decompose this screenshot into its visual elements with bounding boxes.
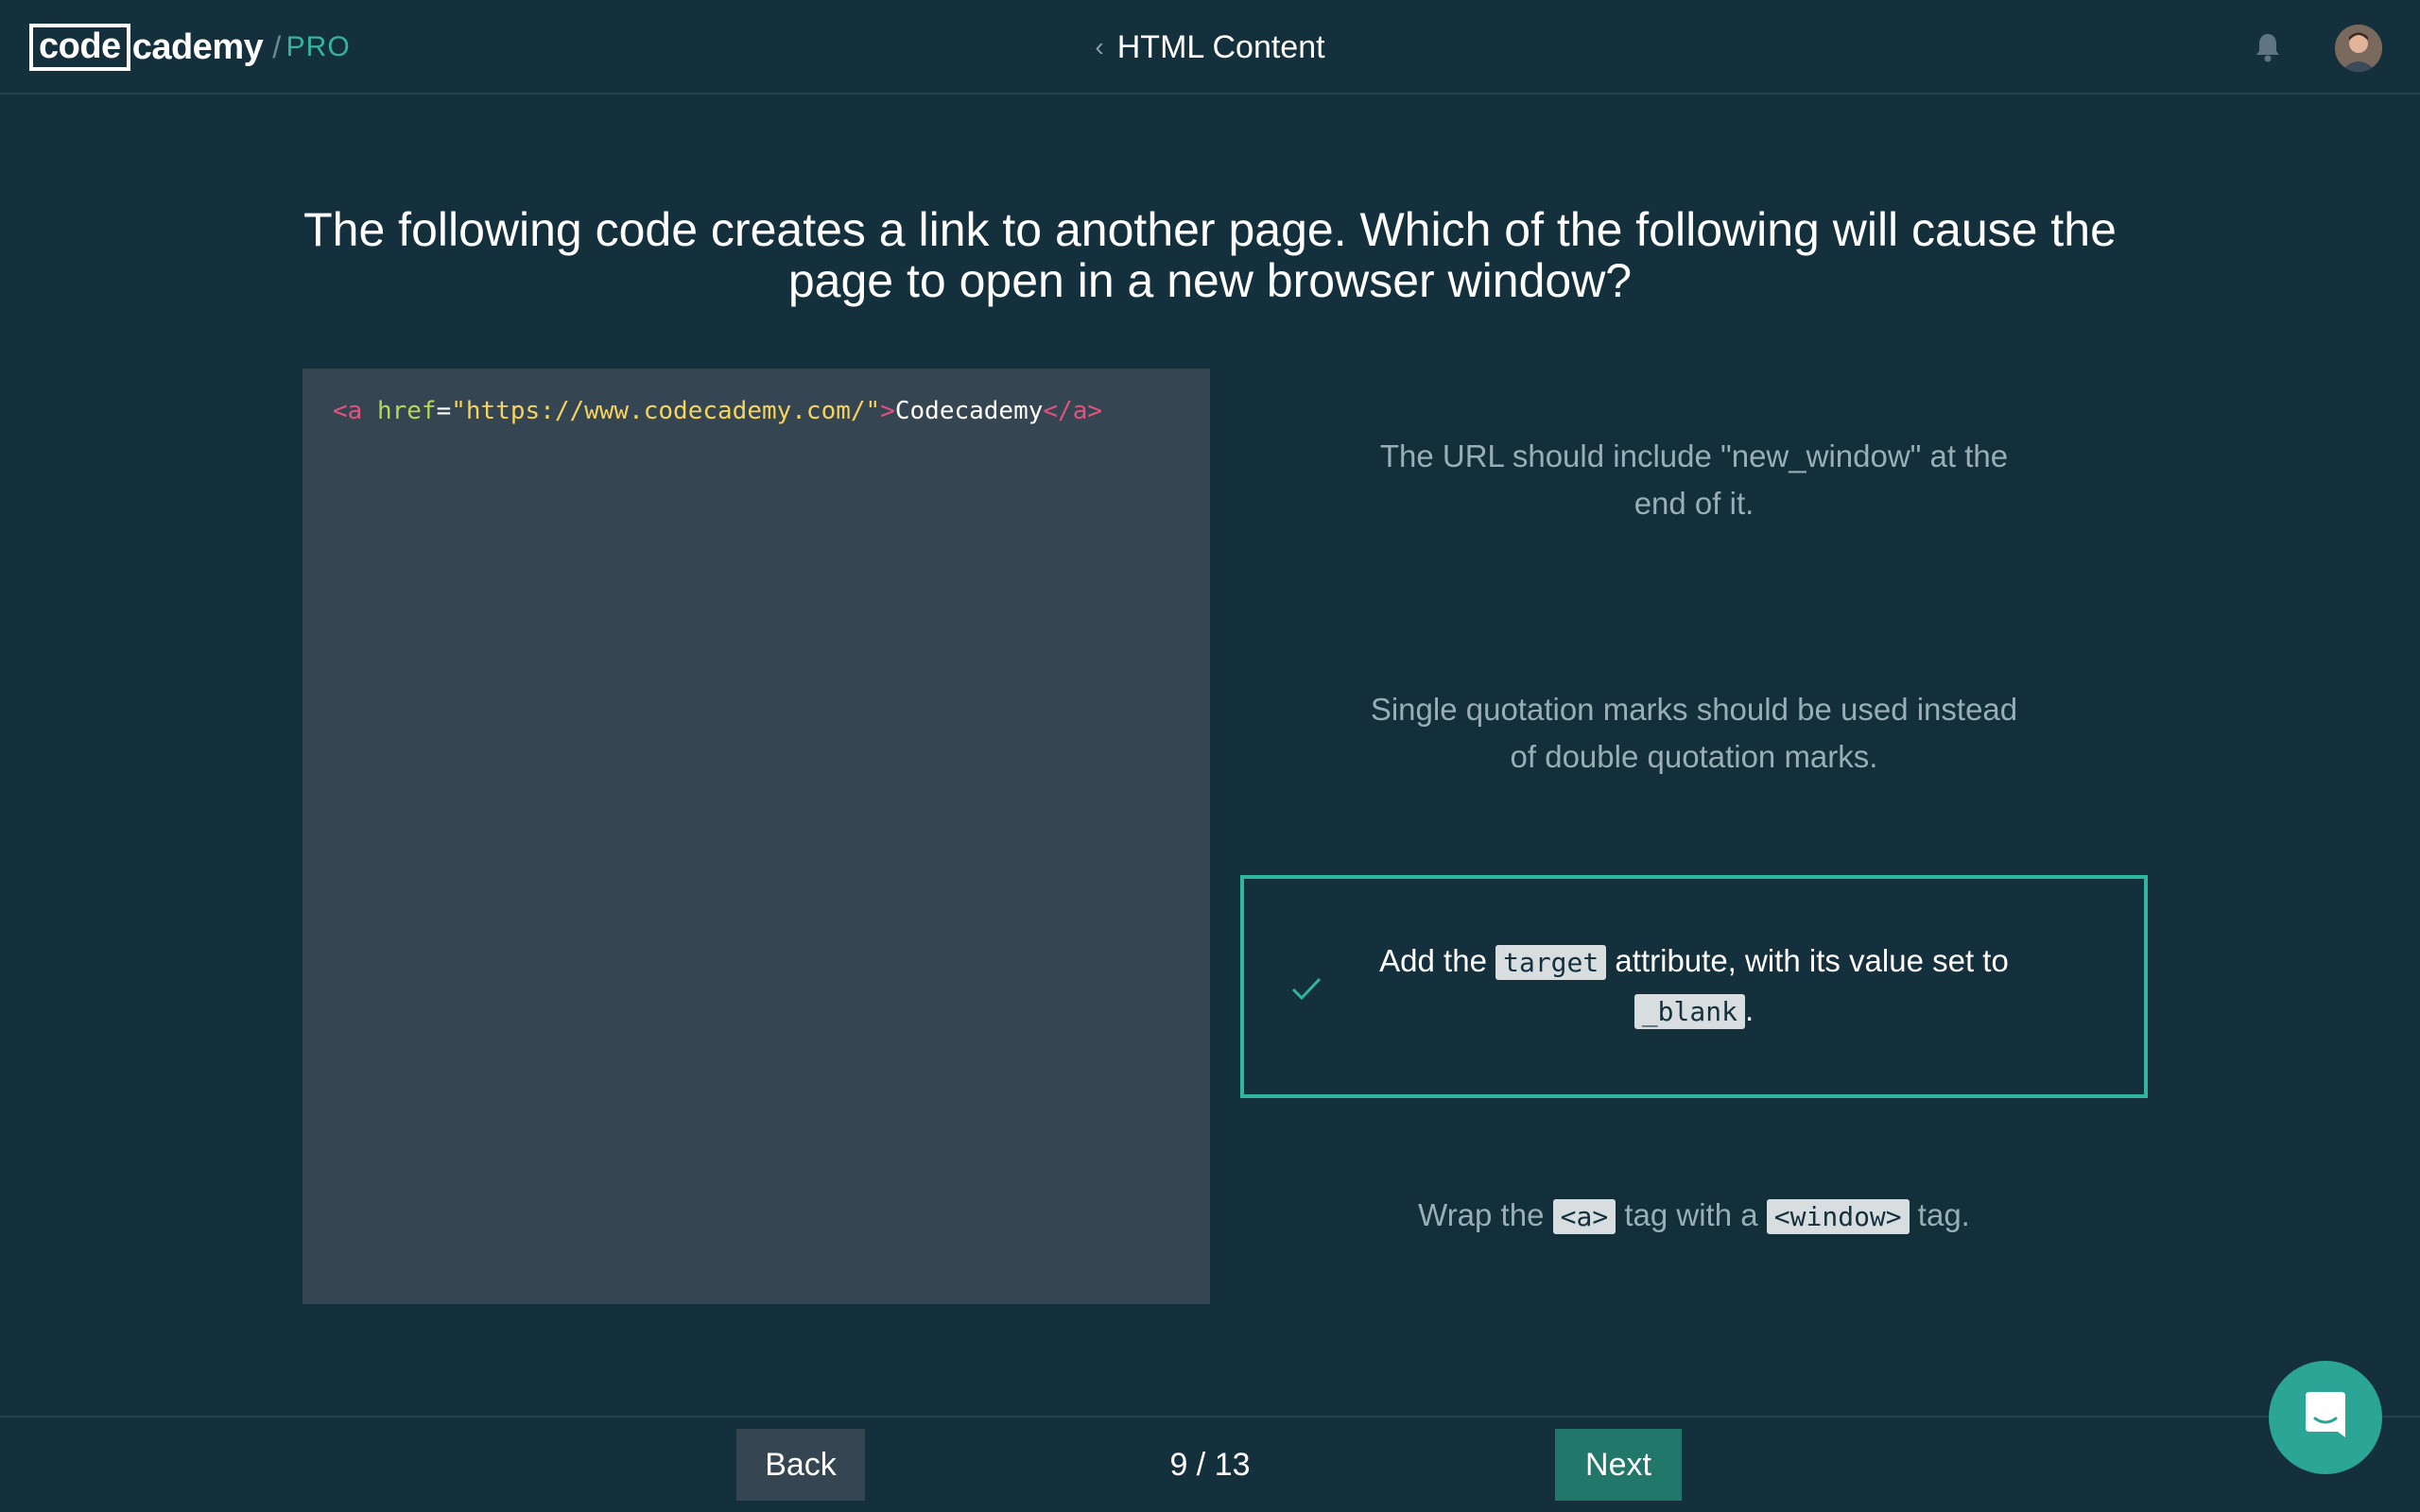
question-text: The following code creates a link to ano… (303, 203, 2117, 307)
chat-support-button[interactable] (2269, 1361, 2382, 1474)
answer-option-4[interactable]: Wrap the <a> tag with a <window> tag. (1240, 1128, 2148, 1304)
bell-icon[interactable] (2254, 32, 2282, 62)
answer-option-1[interactable]: The URL should include "new_window" at t… (1240, 369, 2148, 592)
page-indicator: 9 / 13 (1169, 1446, 1251, 1483)
answer-option-3-selected[interactable]: Add the target attribute, with its value… (1240, 875, 2148, 1098)
code-equals: = (436, 397, 452, 425)
code-link-text: Codecademy (894, 397, 1044, 425)
code-end-tag: </a> (1043, 397, 1103, 425)
code-close-bracket: > (880, 397, 895, 425)
inline-code-window-tag: <window> (1766, 1199, 1910, 1234)
inline-code-blank: _blank (1634, 994, 1745, 1029)
inline-code-a-tag: <a> (1552, 1199, 1616, 1234)
checkmark-icon (1291, 977, 1322, 1001)
option-text-part: Add the (1379, 943, 1496, 978)
avatar-image (2335, 25, 2382, 72)
code-snippet-panel: <a href="https://www.codecademy.com/">Co… (302, 369, 1210, 1304)
answer-option-text: Single quotation marks should be used in… (1370, 692, 2018, 774)
course-title: HTML Content (1116, 28, 1325, 65)
option-text-part: tag with a (1616, 1197, 1767, 1232)
course-breadcrumb[interactable]: ‹ HTML Content (0, 23, 2420, 72)
answer-option-text: Add the target attribute, with its value… (1357, 937, 2031, 1036)
chevron-left-icon: ‹ (1095, 32, 1104, 61)
code-attribute-value: "https://www.codecademy.com/" (451, 397, 881, 425)
user-avatar[interactable] (2335, 25, 2382, 72)
code-attribute: href (362, 397, 437, 425)
next-button[interactable]: Next (1555, 1429, 1682, 1501)
top-bar: code cademy / PRO ‹ HTML Content (0, 0, 2420, 94)
answer-option-2[interactable]: Single quotation marks should be used in… (1240, 622, 2148, 845)
answer-option-text: Wrap the <a> tag with a <window> tag. (1418, 1192, 1970, 1241)
back-button[interactable]: Back (736, 1429, 865, 1501)
option-text-part: Wrap the (1418, 1197, 1553, 1232)
chat-icon (2306, 1392, 2345, 1437)
inline-code-target: target (1495, 945, 1607, 980)
code-open-tag: <a (333, 397, 363, 425)
option-text-part: attribute, with its value set to (1606, 943, 2009, 978)
option-text-part: . (1744, 992, 1754, 1027)
option-text-part: tag. (1909, 1197, 1970, 1232)
answer-option-text: The URL should include "new_window" at t… (1379, 438, 2009, 521)
